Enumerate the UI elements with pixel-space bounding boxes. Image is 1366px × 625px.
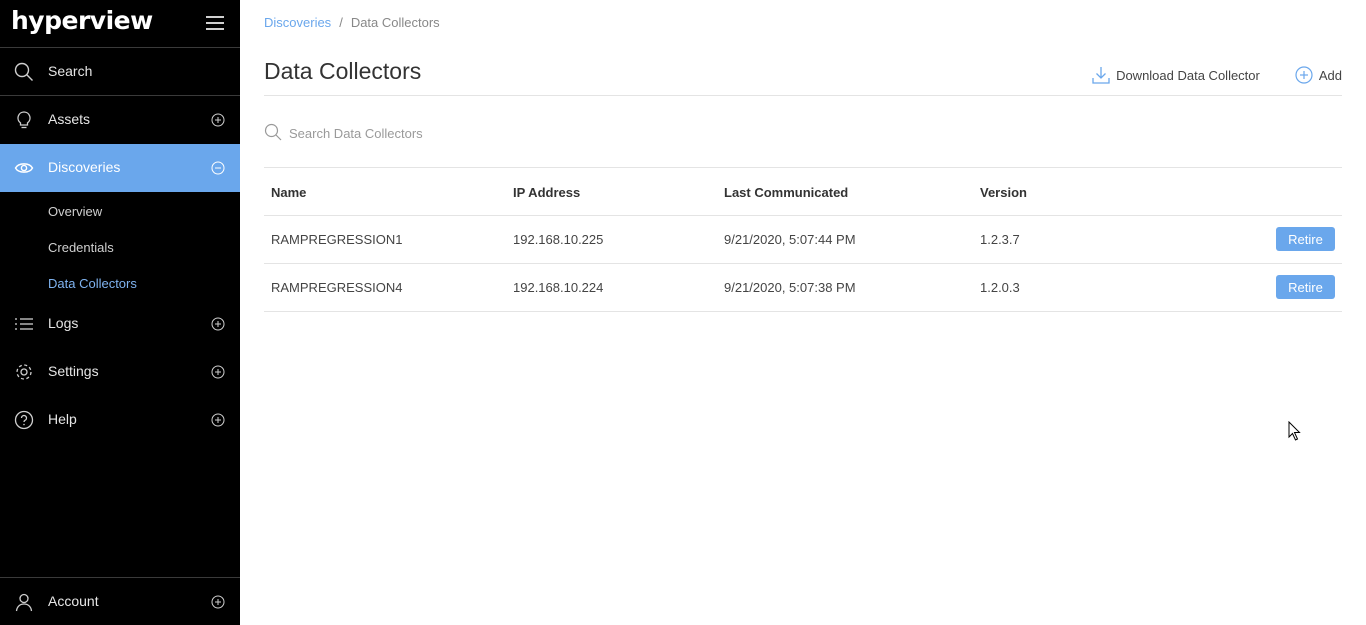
sidebar-item-label: Account: [48, 593, 99, 609]
collector-name: RAMPREGRESSION1: [271, 232, 403, 247]
add-circle-icon: [1295, 66, 1313, 84]
expand-plus-icon[interactable]: [211, 595, 225, 609]
sidebar-item-label: Discoveries: [48, 159, 121, 175]
sidebar-subitem-credentials[interactable]: Credentials: [48, 240, 114, 255]
table-row: RAMPREGRESSION1 192.168.10.225 9/21/2020…: [264, 216, 1342, 264]
page-title: Data Collectors: [264, 58, 422, 84]
column-header-ip-address[interactable]: IP Address: [513, 185, 580, 200]
data-collectors-table: Name IP Address Last Communicated Versio…: [264, 168, 1342, 312]
collector-last-communicated: 9/21/2020, 5:07:38 PM: [724, 280, 856, 295]
eye-icon: [14, 163, 34, 173]
lightbulb-icon: [17, 111, 31, 129]
breadcrumb: Discoveries / Data Collectors: [264, 15, 440, 30]
main-content: Discoveries / Data Collectors Data Collect…: [240, 0, 1366, 625]
app-window: hyperview Search Assets Discoveries Over…: [0, 0, 1366, 625]
sidebar-item-search[interactable]: Search: [0, 48, 240, 96]
list-icon: [15, 318, 33, 330]
sidebar-item-settings[interactable]: Settings: [0, 348, 240, 396]
sidebar-item-logs[interactable]: Logs: [0, 300, 240, 348]
add-label: Add: [1318, 67, 1342, 83]
collector-version: 1.2.3.7: [980, 232, 1020, 247]
expand-plus-icon[interactable]: [211, 113, 225, 127]
hamburger-menu-icon[interactable]: [206, 15, 224, 31]
gear-icon: [16, 364, 32, 380]
breadcrumb-separator: /: [339, 15, 343, 30]
retire-button[interactable]: Retire: [1276, 227, 1335, 251]
column-header-version[interactable]: Version: [980, 185, 1027, 200]
hyperview-logo[interactable]: hyperview: [11, 6, 153, 35]
expand-plus-icon[interactable]: [211, 365, 225, 379]
table-header-row: Name IP Address Last Communicated Versio…: [264, 168, 1342, 216]
page-actions: Download Data Collector Add: [1092, 66, 1342, 84]
collector-name: RAMPREGRESSION4: [271, 280, 403, 295]
sidebar-subitem-overview[interactable]: Overview: [48, 204, 102, 219]
sidebar-item-assets[interactable]: Assets: [0, 96, 240, 144]
search-input[interactable]: [289, 121, 689, 145]
sidebar-item-discoveries[interactable]: Discoveries: [0, 144, 240, 192]
add-button[interactable]: Add: [1295, 66, 1342, 84]
search-icon: [264, 123, 282, 141]
divider: [264, 95, 1342, 96]
sidebar: hyperview Search Assets Discoveries Over…: [0, 0, 240, 625]
search-bar: [264, 121, 764, 145]
column-header-last-communicated[interactable]: Last Communicated: [724, 185, 848, 200]
mouse-pointer-icon: [1288, 421, 1301, 441]
table-row: RAMPREGRESSION4 192.168.10.224 9/21/2020…: [264, 264, 1342, 312]
download-icon: [1092, 67, 1110, 84]
collector-ip: 192.168.10.224: [513, 280, 604, 295]
user-icon: [15, 593, 33, 612]
sidebar-item-label: Assets: [48, 111, 91, 127]
collector-ip: 192.168.10.225: [513, 232, 604, 247]
sidebar-item-account[interactable]: Account: [0, 578, 240, 625]
column-header-name[interactable]: Name: [271, 185, 306, 200]
expand-plus-icon[interactable]: [211, 317, 225, 331]
expand-plus-icon[interactable]: [211, 413, 225, 427]
breadcrumb-discoveries-link[interactable]: Discoveries: [264, 15, 331, 30]
download-label: Download Data Collector: [1116, 67, 1260, 83]
breadcrumb-current: Data Collectors: [350, 15, 440, 30]
sidebar-item-label: Help: [48, 411, 77, 427]
logo-bar: hyperview: [0, 0, 240, 48]
retire-button[interactable]: Retire: [1276, 275, 1335, 299]
download-data-collector-button[interactable]: Download Data Collector: [1092, 66, 1260, 84]
search-icon: [14, 62, 33, 81]
sidebar-subitem-data-collectors[interactable]: Data Collectors: [48, 276, 137, 291]
collapse-minus-icon[interactable]: [211, 161, 225, 175]
sidebar-item-label: Search: [48, 63, 93, 79]
question-icon: [14, 410, 34, 430]
sidebar-item-label: Logs: [48, 315, 79, 331]
collector-version: 1.2.0.3: [980, 280, 1020, 295]
collector-last-communicated: 9/21/2020, 5:07:44 PM: [724, 232, 856, 247]
sidebar-item-help[interactable]: Help: [0, 396, 240, 444]
sidebar-item-label: Settings: [48, 363, 99, 379]
